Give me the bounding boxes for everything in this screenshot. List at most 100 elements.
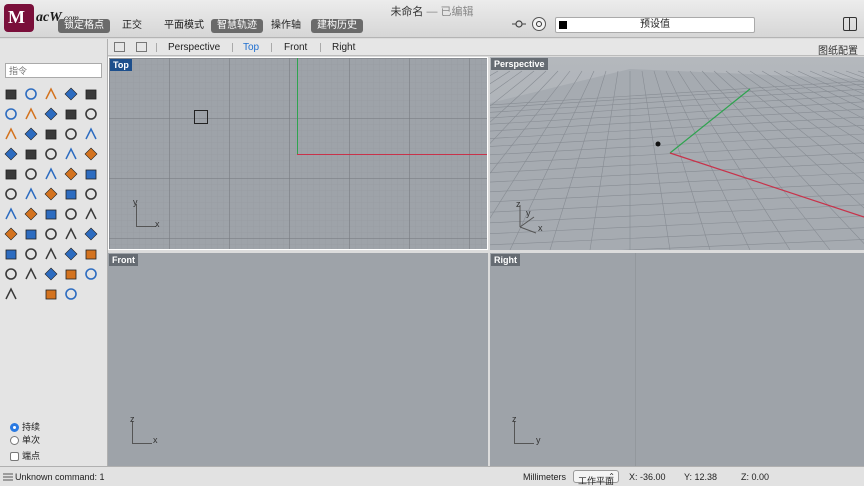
planar-mode-button[interactable]: 平面模式 (158, 19, 210, 33)
extrude-icon[interactable] (43, 146, 59, 162)
coord-y: Y: 12.38 (684, 472, 718, 482)
smart-track-button[interactable]: 智慧轨迹 (211, 19, 263, 33)
blend-icon[interactable] (43, 166, 59, 182)
light-icon[interactable] (83, 246, 99, 262)
history-node-icon[interactable] (63, 286, 79, 302)
viewport-front[interactable]: Front z x (108, 253, 488, 466)
coord-x: X: -36.00 (629, 472, 666, 482)
viewport-top[interactable]: Top y x (108, 57, 488, 250)
preset-field[interactable]: 预设值 (555, 17, 755, 33)
mirror-icon[interactable] (43, 186, 59, 202)
zoom-window-icon[interactable] (43, 226, 59, 242)
tab-top[interactable]: Top (243, 42, 259, 53)
circle-icon[interactable] (83, 86, 99, 102)
layer-icon[interactable] (23, 266, 39, 282)
split-icon[interactable] (83, 146, 99, 162)
x-axis-label: x (153, 435, 158, 445)
viewport-label[interactable]: Top (110, 59, 132, 71)
z-axis-label: z (512, 414, 517, 424)
offset-curve-icon[interactable] (83, 106, 99, 122)
layer-color-swatch (559, 21, 567, 29)
ortho-button[interactable]: 正交 (116, 19, 148, 33)
x-axis-label: x (155, 219, 160, 229)
option-endpoint[interactable]: 端点 (8, 451, 40, 464)
viewport-right[interactable]: Right z y (490, 253, 864, 466)
group-icon[interactable] (83, 206, 99, 222)
align-icon[interactable] (83, 186, 99, 202)
four-view-icon[interactable] (114, 42, 125, 52)
paint-icon[interactable] (3, 226, 19, 242)
explode-icon[interactable] (23, 146, 39, 162)
plane-surface-icon[interactable] (3, 146, 19, 162)
units-label[interactable]: Millimeters (523, 472, 566, 482)
tab-front[interactable]: Front (284, 42, 307, 53)
cplane-select[interactable]: 工作平面 (573, 470, 619, 486)
car-icon[interactable] (23, 246, 39, 262)
gumball-button[interactable]: 操作轴 (265, 19, 307, 33)
sidebar-toggle-icon[interactable] (843, 17, 857, 31)
viewport-label[interactable]: Front (109, 254, 138, 266)
y-axis-line (297, 58, 298, 154)
fillet-icon[interactable] (3, 166, 19, 182)
transform-icon[interactable] (3, 186, 19, 202)
walk-icon[interactable] (43, 246, 59, 262)
rotate-icon[interactable] (63, 166, 79, 182)
loft-icon[interactable] (23, 126, 39, 142)
option-persistent[interactable]: 持续 (8, 422, 40, 435)
polyline-icon[interactable] (43, 86, 59, 102)
single-view-icon[interactable] (136, 42, 147, 52)
radio-icon (10, 436, 19, 445)
pan-icon[interactable] (63, 246, 79, 262)
option-label: 单次 (22, 435, 41, 445)
point-icon[interactable] (23, 86, 39, 102)
boolean-icon[interactable] (63, 146, 79, 162)
tab-separator (232, 43, 233, 52)
title-toolbar: M acW.com 未命名 — 已编辑 锁定格点 正交 平面模式 智慧轨迹 操作… (0, 0, 864, 38)
snap-grid-button[interactable]: 锁定格点 (58, 19, 110, 33)
rotate-view-icon[interactable] (3, 246, 19, 262)
viewport-label[interactable]: Perspective (491, 58, 548, 70)
menu-lines-icon[interactable] (3, 473, 13, 481)
text-icon[interactable] (43, 206, 59, 222)
scale-icon[interactable] (63, 186, 79, 202)
check-icon[interactable] (63, 206, 79, 222)
move-icon[interactable] (83, 166, 99, 182)
tab-perspective[interactable]: Perspective (168, 42, 220, 53)
material-icon[interactable] (63, 266, 79, 282)
render-sphere-icon[interactable] (3, 286, 19, 302)
command-input[interactable] (5, 63, 102, 78)
polygon-icon[interactable] (63, 106, 79, 122)
dimension-icon[interactable] (23, 206, 39, 222)
cone-icon[interactable] (43, 286, 59, 302)
tab-right[interactable]: Right (332, 42, 355, 53)
viewport-perspective[interactable]: Perspective z y x (490, 57, 864, 250)
radio-icon (10, 423, 19, 432)
command-message: Unknown command: 1 (15, 472, 105, 482)
cursor-arrow-icon[interactable] (3, 86, 19, 102)
osnap-circle-icon[interactable] (532, 17, 546, 31)
viewport-label[interactable]: Right (491, 254, 520, 266)
history-button[interactable]: 建构历史 (311, 19, 363, 33)
layout-config-button[interactable]: 图纸配置 (818, 42, 858, 57)
option-once[interactable]: 单次 (8, 435, 40, 448)
surface-icon[interactable] (3, 126, 19, 142)
array-icon[interactable] (23, 186, 39, 202)
mesh-icon[interactable] (23, 166, 39, 182)
ellipse-icon[interactable] (3, 106, 19, 122)
zoom-icon[interactable] (23, 226, 39, 242)
target-arrow-icon[interactable] (512, 17, 526, 31)
curve-icon[interactable] (63, 86, 79, 102)
tab-separator (271, 43, 272, 52)
rectangle-icon[interactable] (43, 106, 59, 122)
sphere-icon[interactable] (63, 126, 79, 142)
grid-array-icon[interactable] (3, 206, 19, 222)
arc-icon[interactable] (23, 106, 39, 122)
zoom-extents-icon[interactable] (63, 226, 79, 242)
zoom-selected-icon[interactable] (83, 226, 99, 242)
render-icon[interactable] (83, 266, 99, 282)
color-wheel-icon[interactable] (43, 266, 59, 282)
lock-icon[interactable] (3, 266, 19, 282)
cylinder-icon[interactable] (83, 126, 99, 142)
selected-object[interactable] (194, 110, 208, 124)
box-icon[interactable] (43, 126, 59, 142)
